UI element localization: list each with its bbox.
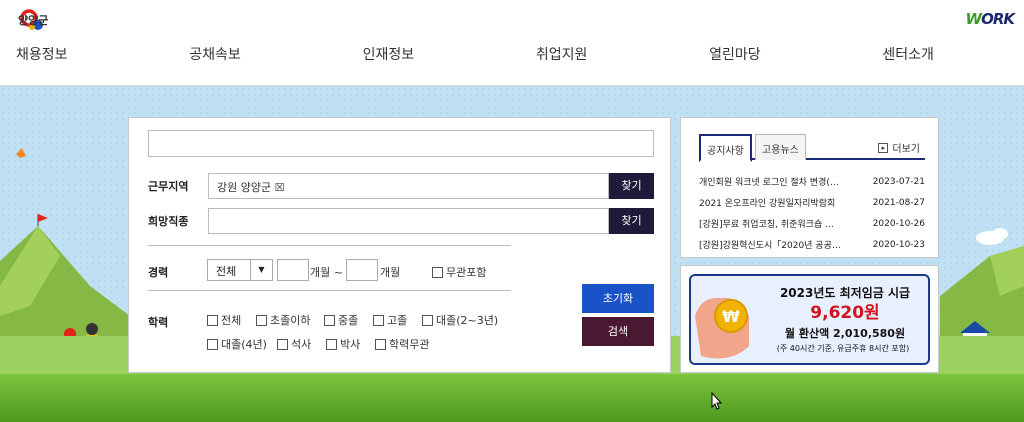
- edu-checkbox-high[interactable]: 고졸: [373, 312, 407, 328]
- main-nav: 채용정보 공채속보 인재정보 취업지원 열린마당 센터소개: [0, 44, 1024, 64]
- edu-checkbox-elementary[interactable]: 초졸이하: [256, 312, 310, 328]
- edu-checkbox-university-4[interactable]: 대졸(4년): [207, 336, 267, 352]
- notice-date: 2021-08-27: [872, 197, 925, 208]
- edu-checkbox-any[interactable]: 학력무관: [375, 336, 429, 352]
- divider: [148, 290, 511, 291]
- job-label: 희망직종: [148, 215, 189, 228]
- site-logo[interactable]: 양양군: [18, 8, 48, 32]
- education-label: 학력: [148, 316, 169, 329]
- edu-checkbox-doctor[interactable]: 박사: [326, 336, 360, 352]
- edu-option-label: 초졸이하: [270, 314, 311, 327]
- job-find-button[interactable]: 찾기: [609, 208, 654, 234]
- tab-employment-news[interactable]: 고용뉴스: [755, 134, 806, 160]
- nav-item-public-recruit[interactable]: 공채속보: [189, 44, 241, 64]
- reset-button[interactable]: 초기화: [582, 284, 654, 313]
- checkbox-icon: [373, 314, 384, 326]
- banner-note: (주 40시간 기준, 유급주휴 8시간 포함): [776, 344, 910, 353]
- checkbox-icon: [375, 338, 386, 350]
- nav-item-open-forum[interactable]: 열린마당: [709, 44, 761, 64]
- notice-title: 개인회원 워크넷 로그인 절차 변경(…: [699, 178, 839, 188]
- edu-option-label: 전체: [221, 314, 242, 327]
- career-any-checkbox[interactable]: 무관포함: [432, 264, 486, 280]
- notice-title: 2021 온오프라인 강원일자리박람회: [699, 199, 836, 209]
- edu-option-label: 박사: [340, 338, 361, 351]
- tab-notice[interactable]: 공지사항: [699, 134, 752, 162]
- edu-checkbox-middle[interactable]: 중졸: [324, 312, 358, 328]
- notice-title: [강원]무료 취업코칭, 취준워크숍 …: [699, 220, 835, 230]
- region-label: 근무지역: [148, 180, 189, 193]
- search-button[interactable]: 검색: [582, 317, 654, 346]
- notice-list: 개인회원 워크넷 로그인 절차 변경(… 2023-07-21 2021 온오프…: [699, 171, 925, 255]
- keyword-search-input[interactable]: [148, 130, 654, 157]
- more-label: 더보기: [892, 144, 920, 155]
- checkbox-icon: [432, 266, 443, 278]
- list-item[interactable]: [강원]무료 취업코칭, 취준워크숍 … 2020-10-26: [699, 213, 925, 234]
- list-item[interactable]: 2021 온오프라인 강원일자리박람회 2021-08-27: [699, 192, 925, 213]
- checkbox-icon: [277, 338, 288, 350]
- grass-front: [0, 374, 1024, 422]
- checkbox-icon: [422, 314, 433, 326]
- career-any-label: 무관포함: [446, 266, 487, 279]
- checkbox-icon: [207, 314, 218, 326]
- edu-checkbox-college-2-3[interactable]: 대졸(2~3년): [422, 312, 498, 328]
- chevron-down-icon: ▼: [250, 260, 272, 280]
- notice-date: 2020-10-26: [872, 218, 925, 229]
- career-select[interactable]: 전체 ▼: [207, 259, 273, 281]
- notice-title: [강원]강원혁신도시「2020년 공공…: [699, 241, 841, 251]
- region-find-button[interactable]: 찾기: [609, 173, 654, 199]
- checkbox-icon: [324, 314, 335, 326]
- edu-option-label: 중졸: [338, 314, 359, 327]
- edu-checkbox-all[interactable]: 전체: [207, 312, 241, 328]
- nav-item-talent[interactable]: 인재정보: [363, 44, 415, 64]
- nav-item-jobs[interactable]: 채용정보: [16, 44, 68, 64]
- nav-item-employment-support[interactable]: 취업지원: [536, 44, 588, 64]
- edu-option-label: 고졸: [387, 314, 408, 327]
- checkbox-icon: [256, 314, 267, 326]
- edu-option-label: 대졸(4년): [221, 338, 267, 351]
- job-search-panel: 근무지역 강원 양양군 ☒ 찾기 희망직종 찾기 경력 전체 ▼ 개월 ~ 개월…: [128, 117, 671, 373]
- worknet-logo-icon[interactable]: WORK: [966, 10, 1015, 28]
- edu-option-label: 학력무관: [389, 338, 430, 351]
- job-field[interactable]: [208, 208, 609, 234]
- career-label: 경력: [148, 266, 169, 279]
- banner-panel: ₩ 2023년도 최저임금 시급 9,620원 월 환산액 2,010,580원…: [680, 265, 939, 373]
- region-field[interactable]: 강원 양양군 ☒: [208, 173, 609, 199]
- notice-date: 2023-07-21: [872, 176, 925, 187]
- months-to-text: 개월: [380, 266, 401, 279]
- list-item[interactable]: [강원]강원혁신도시「2020년 공공… 2020-10-23: [699, 234, 925, 255]
- months-from-text: 개월 ~: [310, 266, 343, 279]
- site-header: 양양군 WORK 채용정보 공채속보 인재정보 취업지원 열린마당 센터소개: [0, 0, 1024, 86]
- career-months-from-input[interactable]: [277, 259, 309, 281]
- checkbox-icon: [207, 338, 218, 350]
- notice-panel: 공지사항 고용뉴스 ▸ 더보기 개인회원 워크넷 로그인 절차 변경(… 202…: [680, 117, 939, 258]
- minimum-wage-banner[interactable]: ₩ 2023년도 최저임금 시급 9,620원 월 환산액 2,010,580원…: [689, 274, 930, 365]
- region-value: 강원 양양군 ☒: [217, 181, 285, 194]
- coin-hand-icon: ₩: [695, 297, 749, 359]
- more-link[interactable]: ▸ 더보기: [878, 140, 920, 155]
- career-months-to-input[interactable]: [346, 259, 378, 281]
- career-select-value: 전체: [216, 265, 237, 278]
- divider: [148, 245, 511, 246]
- notice-date: 2020-10-23: [872, 239, 925, 250]
- edu-checkbox-master[interactable]: 석사: [277, 336, 311, 352]
- logo-text: 양양군: [18, 14, 49, 27]
- list-item[interactable]: 개인회원 워크넷 로그인 절차 변경(… 2023-07-21: [699, 171, 925, 192]
- nav-item-center-info[interactable]: 센터소개: [882, 44, 934, 64]
- checkbox-icon: [326, 338, 337, 350]
- mouse-cursor-icon: [711, 392, 723, 410]
- more-plus-icon: ▸: [878, 142, 889, 153]
- banner-monthly: 월 환산액 2,010,580원: [784, 327, 906, 340]
- edu-option-label: 대졸(2~3년): [436, 314, 499, 327]
- edu-option-label: 석사: [291, 338, 312, 351]
- coin-symbol: ₩: [722, 307, 740, 326]
- banner-wage: 9,620원: [810, 303, 880, 323]
